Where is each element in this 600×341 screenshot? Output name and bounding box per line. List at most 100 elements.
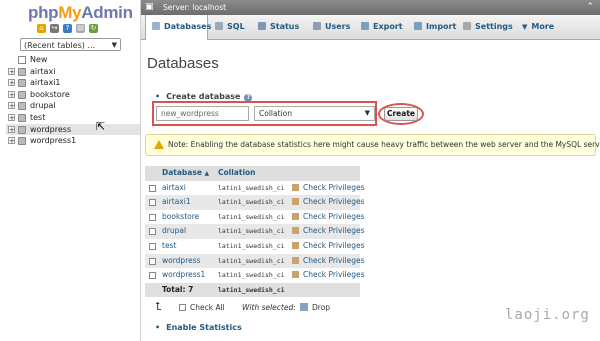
row-checkbox[interactable] <box>149 228 156 236</box>
database-link[interactable]: wordpress1 <box>162 268 205 283</box>
collation-value: Collation <box>259 109 292 118</box>
table-total-row: Total: 7 latin1_swedish_ci <box>145 282 360 298</box>
tree-item-label: New <box>30 55 48 64</box>
tree-item-airtaxi[interactable]: + airtaxi <box>6 66 140 78</box>
database-link[interactable]: airtaxi <box>162 181 186 196</box>
check-privileges-link[interactable]: Check Privileges <box>292 268 365 283</box>
tab-more[interactable]: ▼ More <box>522 15 554 39</box>
sql-icon <box>215 22 223 30</box>
action-label: Check Privileges <box>303 226 365 236</box>
table-row: bookstore latin1_swedish_ci Check Privileg… <box>145 210 365 225</box>
tab-users[interactable]: Users <box>313 15 350 39</box>
tab-databases[interactable]: Databases <box>145 15 211 40</box>
privileges-icon <box>292 256 299 264</box>
tree-item-airtaxi1[interactable]: + airtaxi1 <box>6 77 140 89</box>
drop-icon <box>300 303 308 311</box>
enable-statistics-link[interactable]: • Enable Statistics <box>155 323 242 332</box>
collation-select[interactable]: Collation ▼ <box>254 106 375 121</box>
row-checkbox[interactable] <box>149 213 156 221</box>
tab-status[interactable]: Status <box>258 15 299 39</box>
enable-statistics-label: Enable Statistics <box>166 323 242 332</box>
expand-icon[interactable]: + <box>8 102 15 110</box>
top-menu-tabs: Databases SQL Status Users Export Import… <box>141 15 600 40</box>
expand-icon[interactable]: + <box>8 67 15 75</box>
tree-item-wordpress[interactable]: + wordpress <box>6 123 140 136</box>
tree-item-new[interactable]: New <box>6 54 140 66</box>
privileges-icon <box>292 198 299 206</box>
database-icon <box>18 113 26 122</box>
row-checkbox[interactable] <box>149 242 156 250</box>
collapse-icon[interactable]: ⌃ <box>586 2 594 12</box>
sidebar-icon-bar: ⌂ ↪ ? ▤ ↻ <box>37 24 98 33</box>
expand-icon[interactable]: + <box>8 137 15 145</box>
database-link[interactable]: drupal <box>162 224 186 239</box>
row-checkbox[interactable] <box>149 257 156 265</box>
tree-item-test[interactable]: + test <box>6 112 140 124</box>
check-privileges-link[interactable]: Check Privileges <box>292 254 365 269</box>
recent-tables-select[interactable]: (Recent tables) ... ▼ <box>20 38 121 51</box>
expand-icon[interactable]: + <box>8 113 15 121</box>
column-header-database[interactable]: Database ▲ <box>162 166 209 182</box>
row-checkbox[interactable] <box>149 199 156 207</box>
collation-cell: latin1_swedish_ci <box>218 241 285 250</box>
tree-item-label: drupal <box>30 101 56 111</box>
check-all-label[interactable]: Check All <box>190 303 225 312</box>
collation-cell: latin1_swedish_ci <box>218 256 285 265</box>
row-checkbox[interactable] <box>149 272 156 280</box>
table-row: airtaxi latin1_swedish_ci Check Privileges <box>145 181 365 196</box>
tab-import[interactable]: Import <box>414 15 456 39</box>
tree-item-wordpress1[interactable]: + wordpress1 <box>6 135 140 147</box>
home-icon[interactable]: ⌂ <box>37 24 46 33</box>
drop-button[interactable]: Drop <box>312 303 330 312</box>
database-link[interactable]: wordpress <box>162 254 201 269</box>
server-breadcrumb[interactable]: Server: localhost <box>163 3 226 12</box>
tab-sql[interactable]: SQL <box>215 15 245 39</box>
tab-label: Settings <box>475 22 513 31</box>
page-title: Databases <box>147 55 219 72</box>
table-row: test latin1_swedish_ci Check Privileges <box>145 239 365 254</box>
row-checkbox[interactable] <box>149 184 156 192</box>
expand-icon[interactable]: + <box>8 90 15 98</box>
bullet-icon: • <box>155 92 161 101</box>
database-link[interactable]: airtaxi1 <box>162 195 191 210</box>
docs-icon[interactable]: ▤ <box>76 24 85 33</box>
database-link[interactable]: test <box>162 239 176 254</box>
logout-icon[interactable]: ↪ <box>50 24 59 33</box>
database-icon <box>18 90 26 99</box>
check-privileges-link[interactable]: Check Privileges <box>292 210 365 225</box>
check-privileges-link[interactable]: Check Privileges <box>292 224 365 239</box>
help-icon[interactable]: ? <box>63 24 72 33</box>
expand-icon[interactable]: + <box>8 79 15 87</box>
reload-icon[interactable]: ↻ <box>89 24 98 33</box>
create-button[interactable]: Create <box>384 107 418 121</box>
phpmyadmin-logo[interactable]: phpMyAdmin <box>28 3 133 23</box>
database-icon <box>18 102 26 111</box>
database-icon <box>18 137 26 146</box>
statistics-notice: Note: Enabling the database statistics h… <box>145 134 600 156</box>
bullet-icon: • <box>155 323 161 332</box>
database-name-input[interactable]: new_wordpress <box>156 106 249 121</box>
tab-export[interactable]: Export <box>361 15 403 39</box>
database-link[interactable]: bookstore <box>162 210 199 225</box>
tree-item-drupal[interactable]: + drupal <box>6 100 140 112</box>
table-row: airtaxi1 latin1_swedish_ci Check Privilege… <box>145 195 365 210</box>
check-all-checkbox[interactable] <box>179 304 186 311</box>
tab-label: Status <box>270 22 300 31</box>
privileges-icon <box>292 212 299 220</box>
mouse-cursor-icon: ⇱ <box>96 120 106 133</box>
header-label: Database <box>162 168 202 177</box>
check-privileges-link[interactable]: Check Privileges <box>292 195 365 210</box>
more-icon: ▼ <box>522 23 528 31</box>
tree-item-bookstore[interactable]: + bookstore <box>6 89 140 101</box>
notice-text: Note: Enabling the database statistics h… <box>168 140 600 149</box>
tab-settings[interactable]: Settings <box>463 15 513 39</box>
server-icon: ▣ <box>145 2 154 12</box>
check-privileges-link[interactable]: Check Privileges <box>292 239 365 254</box>
column-header-collation[interactable]: Collation <box>218 166 256 181</box>
tree-item-label: bookstore <box>30 89 70 99</box>
expand-icon[interactable]: + <box>8 125 15 133</box>
check-privileges-link[interactable]: Check Privileges <box>292 181 365 196</box>
table-header-row: Database ▲ Collation <box>145 166 360 181</box>
action-label: Check Privileges <box>303 240 365 250</box>
export-icon <box>361 22 369 30</box>
